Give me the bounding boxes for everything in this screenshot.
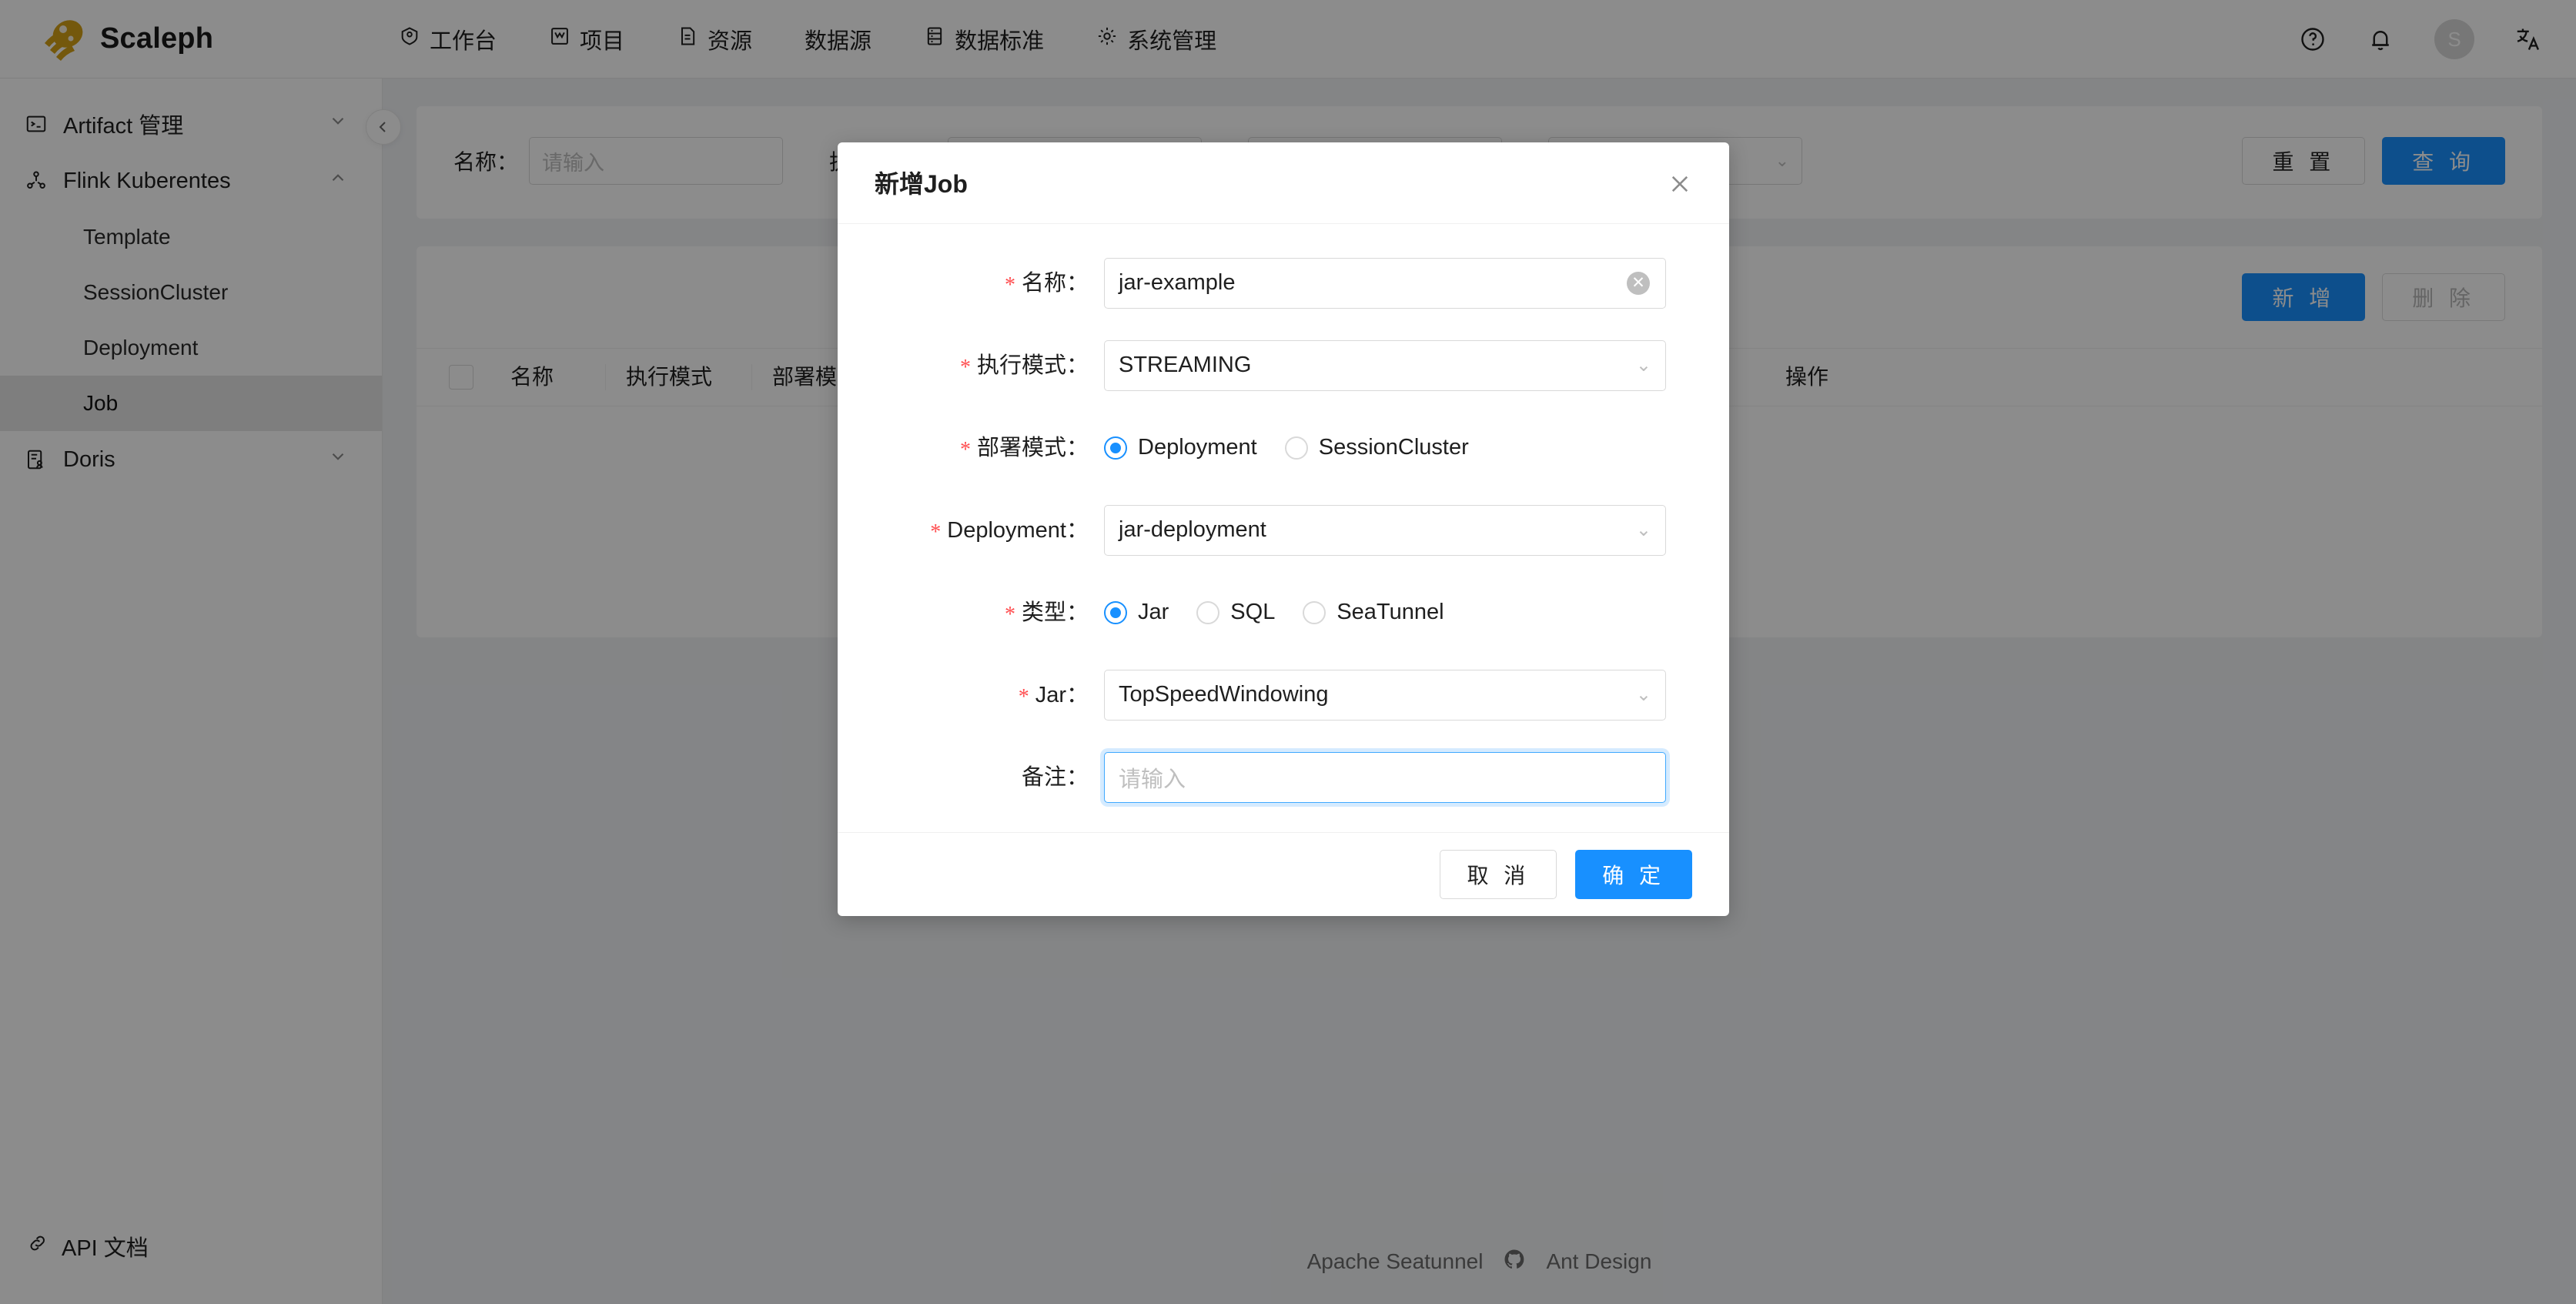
clear-icon[interactable]: ✕ — [1627, 271, 1650, 295]
required-marker: * — [1004, 602, 1015, 627]
deployment-value: jar-deployment — [1119, 517, 1266, 543]
radio-deploy-mode-deployment[interactable]: Deployment — [1104, 435, 1257, 460]
add-job-modal: 新增Job * 名称： jar-example ✕ * 执行模式： STREAM… — [838, 142, 1729, 916]
radio-dot — [1104, 436, 1127, 460]
jar-select[interactable]: TopSpeedWindowing ⌄ — [1104, 669, 1666, 721]
job-name-value: jar-example — [1119, 270, 1236, 296]
form-row-name: * 名称： jar-example ✕ — [881, 257, 1686, 311]
form-label-name: * 名称： — [1004, 270, 1089, 297]
radio-job-type-sql[interactable]: SQL — [1196, 600, 1275, 625]
form-label-job-type: * 类型： — [1004, 600, 1089, 627]
form-label-remark: 备注： — [1021, 764, 1089, 790]
confirm-button[interactable]: 确 定 — [1575, 849, 1692, 899]
radio-label: SessionCluster — [1318, 435, 1469, 460]
form-row-deployment: * Deployment： jar-deployment ⌄ — [881, 504, 1686, 558]
form-row-remark: 备注： 请输入 — [881, 751, 1686, 803]
radio-dot — [1303, 600, 1326, 624]
form-row-job-type: * 类型： Jar SQL SeaTunnel — [881, 587, 1686, 640]
radio-dot — [1196, 600, 1220, 624]
form-row-exec-mode: * 执行模式： STREAMING ⌄ — [881, 339, 1686, 393]
required-marker: * — [959, 355, 971, 379]
radio-label: Jar — [1138, 600, 1169, 625]
form-label-deploy-mode: * 部署模式： — [959, 435, 1089, 462]
required-marker: * — [1004, 273, 1015, 297]
cancel-button[interactable]: 取 消 — [1440, 849, 1557, 899]
required-marker: * — [959, 437, 971, 462]
deployment-select[interactable]: jar-deployment ⌄ — [1104, 504, 1666, 556]
radio-label: SQL — [1230, 600, 1276, 625]
radio-job-type-seatunnel[interactable]: SeaTunnel — [1303, 600, 1444, 625]
required-marker: * — [930, 520, 942, 544]
modal-title: 新增Job — [875, 170, 968, 199]
deploy-mode-radio-group: Deployment SessionCluster — [1104, 423, 1666, 473]
chevron-down-icon: ⌄ — [1635, 684, 1651, 706]
radio-label: Deployment — [1138, 435, 1257, 460]
modal-footer: 取 消 确 定 — [838, 831, 1729, 916]
remark-input[interactable]: 请输入 — [1104, 751, 1666, 803]
remark-placeholder: 请输入 — [1119, 767, 1186, 792]
modal-body: *名称： jar-example ✕ *执行模式： STREAMING ⌄ — [838, 224, 1729, 832]
radio-deploy-mode-sessioncluster[interactable]: SessionCluster — [1284, 435, 1469, 460]
job-type-radio-group: Jar SQL SeaTunnel — [1104, 587, 1666, 638]
chevron-down-icon: ⌄ — [1635, 355, 1651, 376]
chevron-down-icon: ⌄ — [1635, 520, 1651, 541]
form-label-deployment: * Deployment： — [930, 517, 1089, 544]
form-label-jar: * Jar： — [1018, 682, 1089, 709]
form-label-exec-mode: * 执行模式： — [959, 353, 1089, 379]
job-name-input[interactable]: jar-example ✕ — [1104, 257, 1666, 309]
form-row-deploy-mode: * 部署模式： Deployment SessionCluster — [881, 423, 1686, 476]
required-marker: * — [1018, 684, 1029, 709]
form-row-jar: * Jar： TopSpeedWindowing ⌄ — [881, 669, 1686, 723]
radio-job-type-jar[interactable]: Jar — [1104, 600, 1169, 625]
exec-mode-value: STREAMING — [1119, 353, 1252, 378]
jar-value: TopSpeedWindowing — [1119, 682, 1329, 707]
radio-dot — [1284, 436, 1308, 460]
modal-header: 新增Job — [838, 142, 1729, 224]
close-icon[interactable] — [1663, 167, 1697, 201]
radio-label: SeaTunnel — [1337, 600, 1444, 625]
radio-dot — [1104, 600, 1127, 624]
exec-mode-select[interactable]: STREAMING ⌄ — [1104, 339, 1666, 391]
